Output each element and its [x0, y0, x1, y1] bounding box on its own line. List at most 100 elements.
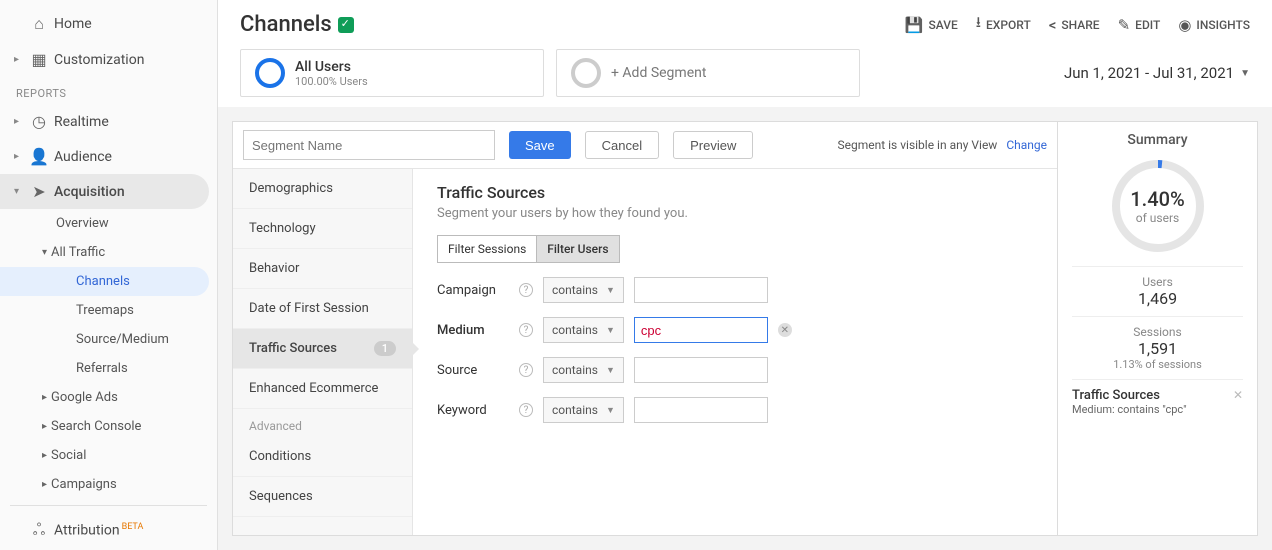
keyword-input[interactable] — [634, 397, 768, 423]
add-segment-label: + Add Segment — [611, 65, 706, 81]
filter-summary: Traffic Sources Medium: contains "cpc" ✕ — [1072, 379, 1243, 424]
preview-button[interactable]: Preview — [673, 131, 753, 159]
add-segment-button[interactable]: + Add Segment — [556, 49, 860, 97]
tab-filter-sessions[interactable]: Filter Sessions — [437, 235, 536, 263]
segment-name-input[interactable] — [243, 130, 495, 160]
sub-item-treemaps[interactable]: Treemaps — [0, 296, 217, 325]
acquisition-label: Acquisition — [54, 184, 125, 200]
source-input[interactable] — [634, 357, 768, 383]
cat-first-session[interactable]: Date of First Session — [233, 289, 412, 329]
divider — [10, 505, 207, 506]
traffic-sources-label: Traffic Sources — [249, 341, 337, 356]
edit-action[interactable]: ✎EDIT — [1118, 12, 1161, 37]
remove-filter-icon[interactable]: ✕ — [1233, 388, 1243, 402]
remove-icon[interactable]: ✕ — [778, 323, 792, 337]
side-item-attribution[interactable]: ஃ AttributionBETA — [0, 512, 217, 549]
summary-panel: Summary 1.40% of users Users 1,469 — [1058, 121, 1258, 536]
campaign-operator-dropdown[interactable]: contains▼ — [543, 277, 624, 303]
cat-behavior[interactable]: Behavior — [233, 249, 412, 289]
date-range-picker[interactable]: Jun 1, 2021 - Jul 31, 2021 ▼ — [1064, 64, 1250, 82]
sub-item-google-ads[interactable]: Google Ads — [0, 383, 217, 412]
row-keyword: Keyword ? contains▼ — [437, 397, 1033, 423]
cat-demographics[interactable]: Demographics — [233, 169, 412, 209]
row-campaign: Campaign ? contains▼ — [437, 277, 1033, 303]
insights-icon: ◉ — [1178, 16, 1191, 34]
side-item-home[interactable]: ⌂ Home — [0, 6, 217, 42]
side-item-acquisition[interactable]: ▾ ➤ Acquisition — [0, 174, 209, 209]
change-link[interactable]: Change — [1006, 138, 1047, 152]
source-operator-dropdown[interactable]: contains▼ — [543, 357, 624, 383]
stat-sessions: Sessions 1,591 1.13% of sessions — [1072, 316, 1243, 379]
visibility-label: Segment is visible in any View — [837, 138, 997, 152]
sub-item-social[interactable]: Social — [0, 441, 217, 470]
share-label: SHARE — [1061, 18, 1099, 32]
export-action[interactable]: ⭳ EXPORT — [976, 12, 1031, 37]
contains-label: contains — [552, 403, 598, 417]
sub-item-all-traffic[interactable]: All Traffic — [0, 238, 217, 267]
sub-item-campaigns[interactable]: Campaigns — [0, 470, 217, 499]
form-area: Traffic Sources Segment your users by ho… — [413, 169, 1057, 535]
attribution-text: Attribution — [54, 523, 120, 539]
segment-all-users[interactable]: All Users 100.00% Users — [240, 49, 544, 97]
customization-label: Customization — [54, 52, 144, 68]
caret-down-icon: ▾ — [14, 186, 24, 197]
main-content: Channels 💾SAVE ⭳EXPORT <SHARE ✎EDIT ◉INS… — [218, 0, 1272, 550]
workarea: Save Cancel Preview Segment is visible i… — [218, 107, 1272, 550]
help-icon[interactable]: ? — [519, 363, 533, 377]
sub-item-channels[interactable]: Channels — [0, 267, 209, 296]
tab-filter-users[interactable]: Filter Users — [536, 235, 619, 263]
segment-editor: Save Cancel Preview Segment is visible i… — [232, 121, 1058, 536]
contains-label: contains — [552, 363, 598, 377]
medium-input[interactable] — [634, 317, 768, 343]
form-title: Traffic Sources — [437, 183, 1033, 202]
contains-label: contains — [552, 323, 598, 337]
verified-icon — [338, 17, 354, 33]
side-item-audience[interactable]: ▸ 👤 Audience — [0, 139, 217, 174]
segment-name-label: All Users — [295, 59, 368, 75]
row-source: Source ? contains▼ — [437, 357, 1033, 383]
cat-traffic-sources[interactable]: Traffic Sources 1 — [233, 329, 412, 369]
help-icon[interactable]: ? — [519, 283, 533, 297]
header: Channels 💾SAVE ⭳EXPORT <SHARE ✎EDIT ◉INS… — [218, 0, 1272, 43]
cat-technology[interactable]: Technology — [233, 209, 412, 249]
cat-conditions[interactable]: Conditions — [233, 437, 412, 477]
person-icon: 👤 — [28, 147, 50, 166]
form-subtitle: Segment your users by how they found you… — [437, 206, 1033, 221]
sub-item-source-medium[interactable]: Source/Medium — [0, 325, 217, 354]
referrals-label: Referrals — [76, 361, 128, 376]
campaign-input[interactable] — [634, 277, 768, 303]
sub-item-search-console[interactable]: Search Console — [0, 412, 217, 441]
keyword-operator-dropdown[interactable]: contains▼ — [543, 397, 624, 423]
attribution-label: AttributionBETA — [54, 522, 143, 539]
reports-header: REPORTS — [0, 77, 217, 104]
side-item-realtime[interactable]: ▸ ◷ Realtime — [0, 104, 217, 139]
campaign-label: Campaign — [437, 283, 509, 298]
all-traffic-label: All Traffic — [51, 245, 105, 260]
cat-sequences[interactable]: Sequences — [233, 477, 412, 517]
insights-action[interactable]: ◉INSIGHTS — [1178, 12, 1250, 37]
share-action[interactable]: <SHARE — [1049, 12, 1100, 37]
summary-of-users: of users — [1136, 211, 1179, 225]
help-icon[interactable]: ? — [519, 403, 533, 417]
add-circle-icon — [571, 58, 601, 88]
filter-summary-label: Traffic Sources — [1072, 388, 1243, 403]
customization-icon: ▦ — [28, 50, 50, 69]
acquisition-icon: ➤ — [28, 182, 50, 201]
save-action[interactable]: 💾SAVE — [905, 12, 958, 37]
category-list: Demographics Technology Behavior Date of… — [233, 169, 413, 535]
sub-item-referrals[interactable]: Referrals — [0, 354, 217, 383]
users-value: 1,469 — [1072, 289, 1243, 308]
export-label: EXPORT — [986, 18, 1031, 32]
export-icon: ⭳ — [976, 12, 981, 37]
sub-item-overview[interactable]: Overview — [0, 209, 217, 238]
help-icon[interactable]: ? — [519, 323, 533, 337]
side-item-customization[interactable]: ▸ ▦ Customization — [0, 42, 217, 77]
audience-label: Audience — [54, 149, 112, 165]
editor-body: Demographics Technology Behavior Date of… — [233, 169, 1057, 535]
traffic-badge: 1 — [374, 341, 396, 356]
save-button[interactable]: Save — [509, 131, 571, 159]
cancel-button[interactable]: Cancel — [585, 131, 659, 159]
medium-operator-dropdown[interactable]: contains▼ — [543, 317, 624, 343]
users-label: Users — [1072, 275, 1243, 289]
cat-ecommerce[interactable]: Enhanced Ecommerce — [233, 369, 412, 409]
